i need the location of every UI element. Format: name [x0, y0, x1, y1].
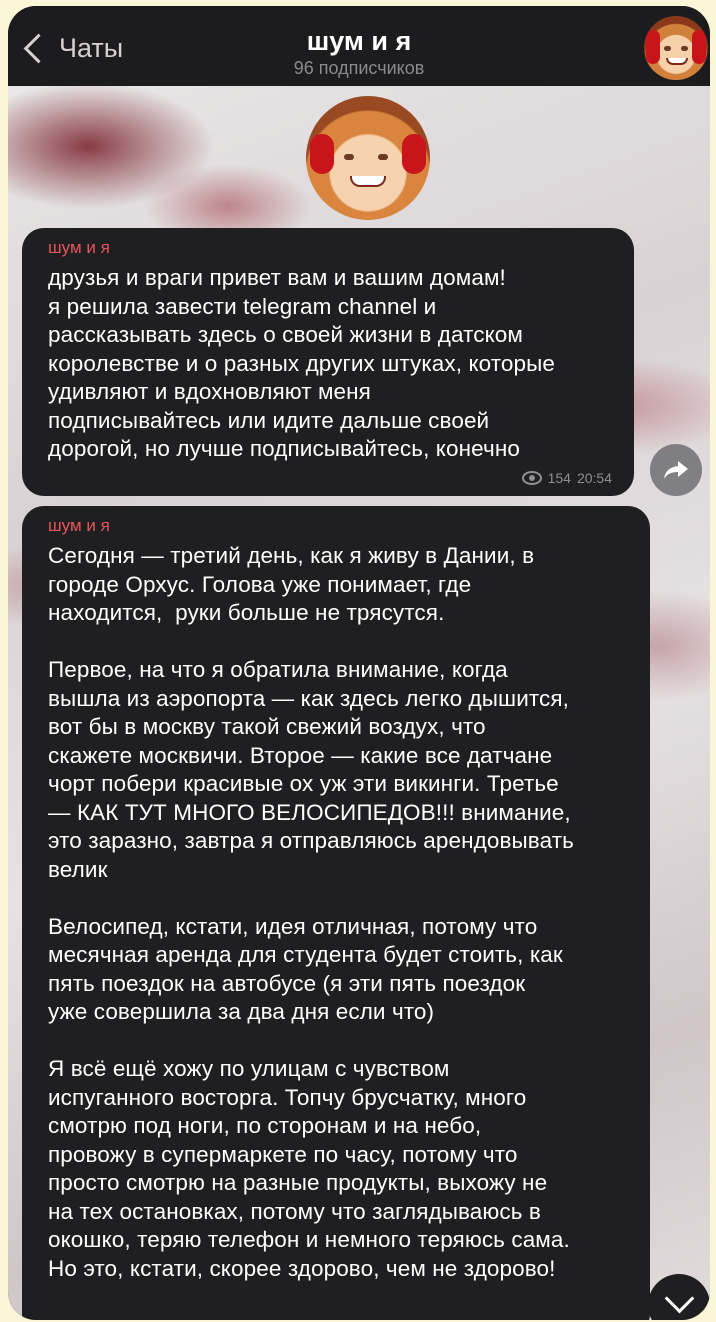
channel-avatar-large[interactable]: [306, 96, 430, 220]
eye-icon: [521, 471, 542, 485]
message-meta: 154 20:54: [521, 470, 612, 486]
headphone-right: [402, 134, 426, 174]
share-button[interactable]: [650, 444, 702, 496]
message-bubble[interactable]: шум и я Сегодня — третий день, как я жив…: [22, 506, 650, 1320]
eye-right: [378, 154, 388, 160]
eye-left: [664, 46, 671, 51]
message-text: друзья и враги привет вам и вашим домам!…: [48, 265, 556, 461]
mouth: [666, 58, 688, 65]
mouth: [350, 176, 386, 187]
telegram-screen: Чаты шум и я 96 подписчиков шум и я друз…: [8, 6, 710, 1320]
headphone-left: [310, 134, 334, 174]
view-count: 154: [547, 470, 571, 486]
message-bubble[interactable]: шум и я друзья и враги привет вам и ваши…: [22, 228, 634, 496]
message-sender[interactable]: шум и я: [48, 516, 634, 536]
channel-avatar-small[interactable]: [644, 16, 708, 80]
subscriber-count: 96 подписчиков: [293, 58, 425, 78]
message-time: 20:54: [576, 470, 612, 486]
share-arrow-icon: [664, 461, 688, 479]
message-text: Сегодня — третий день, как я живу в Дани…: [48, 543, 574, 1281]
chat-header: Чаты шум и я 96 подписчиков: [8, 6, 710, 86]
channel-title[interactable]: шум и я: [8, 26, 710, 57]
eye-left: [344, 154, 354, 160]
chevron-down-icon: [664, 1283, 694, 1314]
headphone-left: [646, 30, 660, 64]
headphone-right: [692, 30, 706, 64]
eye-right: [681, 46, 688, 51]
message-sender[interactable]: шум и я: [48, 238, 614, 258]
